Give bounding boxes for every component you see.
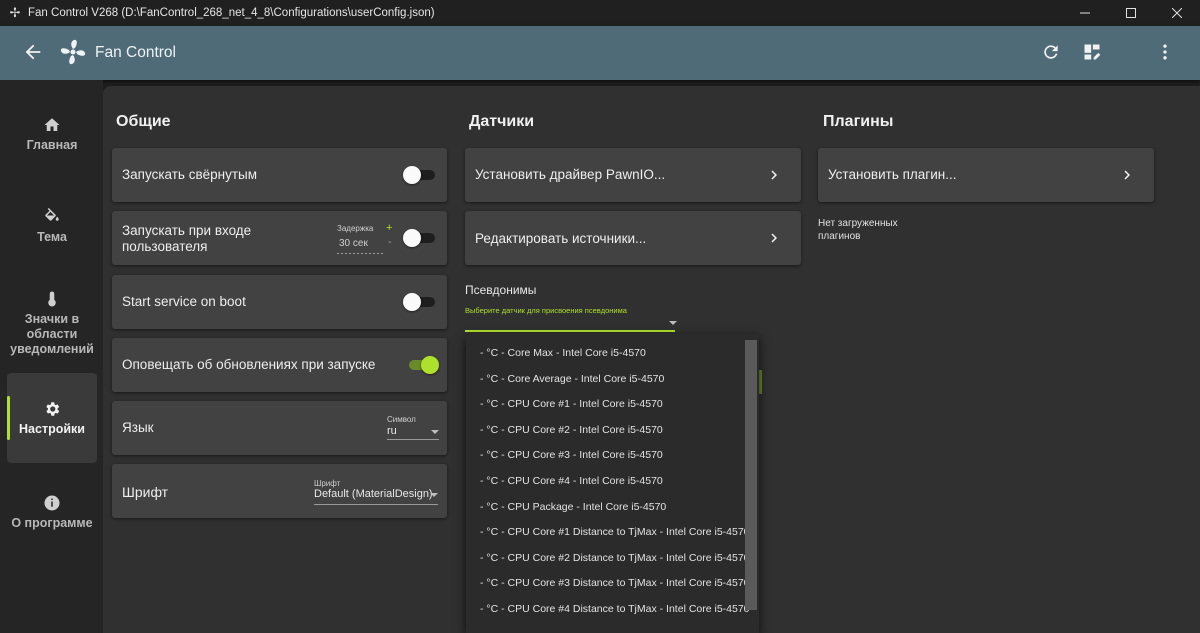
alias-sensor-hint: Выберите датчик для присвоения псевдоним…	[465, 306, 627, 315]
notify-updates-toggle[interactable]	[407, 355, 439, 375]
chevron-right-icon	[771, 233, 777, 243]
more-vert-icon[interactable]	[1155, 42, 1175, 62]
minimize-button[interactable]	[1062, 0, 1108, 26]
window-titlebar: ✢ Fan Control V268 (D:\FanControl_268_ne…	[0, 0, 1200, 26]
fan-app-icon: ✢	[9, 5, 21, 20]
dropdown-option[interactable]: - °C - CPU Core #2 Distance to TjMax - I…	[480, 552, 750, 564]
start-service-toggle[interactable]	[403, 292, 435, 312]
install-plugin-button[interactable]: Установить плагин...	[818, 148, 1154, 202]
chevron-right-icon	[771, 170, 777, 180]
chevron-down-icon[interactable]	[669, 321, 677, 325]
sidebar-item-label: Значки в области уведомлений	[10, 312, 94, 356]
plugins-section-title: Плагины	[823, 113, 894, 130]
maximize-button[interactable]	[1108, 0, 1154, 26]
install-driver-button[interactable]: Установить драйвер PawnIO...	[465, 148, 801, 202]
window-controls	[1062, 0, 1200, 26]
sidebar-item-settings[interactable]: Настройки	[7, 373, 97, 463]
dropdown-option[interactable]: - °C - CPU Core #4 - Intel Core i5-4570	[480, 475, 663, 487]
alias-sensor-dropdown: - °C - Core Max - Intel Core i5-4570 - °…	[466, 334, 759, 633]
delay-label: Задержка	[337, 224, 374, 233]
aliases-label: Псевдонимы	[465, 283, 537, 297]
font-label: Шрифт	[122, 484, 169, 500]
sidebar-item-label: Настройки	[19, 421, 85, 436]
start-on-login-toggle[interactable]	[403, 228, 435, 248]
delay-value-input[interactable]: 30 сек	[339, 238, 368, 249]
delay-plus-button[interactable]: +	[386, 222, 392, 234]
paint-bucket-icon	[45, 208, 59, 221]
dropdown-option[interactable]: - °C - CPU Core #4 Distance to TjMax - I…	[480, 603, 750, 615]
close-icon	[1172, 8, 1182, 18]
dropdown-option[interactable]: - °C - CPU Core #1 Distance to TjMax - I…	[480, 526, 750, 538]
dashboard-edit-icon[interactable]	[1082, 42, 1102, 62]
app-title: Fan Control	[95, 44, 176, 61]
info-icon	[44, 495, 60, 511]
font-select[interactable]: Default (MaterialDesign)	[314, 488, 433, 500]
home-icon	[44, 118, 60, 131]
install-driver-label: Установить драйвер PawnIO...	[475, 167, 666, 182]
dropdown-option[interactable]: - °C - CPU Core #2 - Intel Core i5-4570	[480, 424, 663, 436]
dropdown-option[interactable]: - °C - CPU Package - Intel Core i5-4570	[480, 501, 666, 513]
dropdown-option[interactable]: - °C - CPU Core #1 - Intel Core i5-4570	[480, 398, 663, 410]
language-select[interactable]: ru	[387, 425, 397, 437]
maximize-icon	[1126, 8, 1136, 18]
alias-select-underline[interactable]	[465, 330, 675, 332]
dropdown-option[interactable]: - °C - Core Average - Intel Core i5-4570	[480, 373, 664, 385]
language-card: Язык Символ ru	[112, 401, 447, 455]
dropdown-option[interactable]: - °C - CPU Core #3 Distance to TjMax - I…	[480, 577, 750, 589]
dropdown-option[interactable]: - °C - CPU Core #3 - Intel Core i5-4570	[480, 449, 663, 461]
sidebar-item-label: О программе	[11, 516, 93, 530]
start-on-login-card: Запускать при входе пользователя Задержк…	[112, 211, 447, 265]
chevron-right-icon	[1124, 170, 1130, 180]
install-plugin-label: Установить плагин...	[828, 167, 957, 182]
start-minimized-toggle[interactable]	[403, 165, 435, 185]
sidebar-item-theme[interactable]: Тема	[7, 208, 97, 245]
notify-updates-label: Оповещать об обновлениях при запуске	[122, 357, 376, 372]
general-section-title: Общие	[116, 113, 171, 130]
font-underline	[314, 504, 438, 505]
close-button[interactable]	[1154, 0, 1200, 26]
font-field-label: Шрифт	[314, 479, 341, 488]
edit-sources-button[interactable]: Редактировать источники...	[465, 211, 801, 265]
active-nav-indicator	[7, 396, 10, 440]
font-card: Шрифт Шрифт Default (MaterialDesign)	[112, 464, 447, 518]
delay-minus-button[interactable]: -	[388, 236, 392, 248]
edit-sources-label: Редактировать источники...	[475, 231, 647, 246]
sensors-section-title: Датчики	[469, 113, 535, 130]
sidebar-item-about[interactable]: О программе	[7, 494, 97, 531]
start-minimized-label: Запускать свёрнутым	[122, 167, 258, 182]
start-on-login-label: Запускать при входе пользователя	[122, 223, 252, 254]
window-title: Fan Control V268 (D:\FanControl_268_net_…	[28, 7, 435, 19]
chevron-down-icon[interactable]	[430, 493, 438, 497]
language-field-label: Символ	[387, 415, 416, 424]
notify-updates-card: Оповещать об обновлениях при запуске	[112, 338, 447, 392]
gear-icon	[46, 401, 60, 416]
language-underline	[387, 439, 439, 440]
no-plugins-text: Нет загруженных плагинов	[818, 218, 898, 242]
start-minimized-card: Запускать свёрнутым	[112, 148, 447, 202]
chevron-down-icon[interactable]	[431, 430, 439, 434]
app-bar: Fan Control	[0, 26, 1200, 80]
sidebar-item-tray-icons[interactable]: Значки в области уведомлений	[7, 290, 97, 357]
dropdown-option[interactable]: - °C - Core Max - Intel Core i5-4570	[480, 347, 646, 359]
sidebar-nav: Главная Тема Значки в области уведомлени…	[0, 80, 103, 633]
thermometer-icon	[48, 291, 56, 307]
sidebar-item-label: Тема	[37, 230, 67, 244]
fan-logo-icon	[60, 39, 86, 65]
delay-underline	[337, 253, 383, 254]
back-arrow-icon[interactable]	[22, 41, 44, 63]
sidebar-item-home[interactable]: Главная	[7, 116, 97, 153]
start-service-label: Start service on boot	[122, 294, 246, 309]
minimize-icon	[1080, 12, 1090, 14]
sidebar-item-label: Главная	[26, 138, 78, 152]
start-service-card: Start service on boot	[112, 275, 447, 329]
dropdown-scrollbar[interactable]	[745, 340, 757, 610]
refresh-icon[interactable]	[1041, 42, 1061, 62]
language-label: Язык	[122, 420, 154, 435]
